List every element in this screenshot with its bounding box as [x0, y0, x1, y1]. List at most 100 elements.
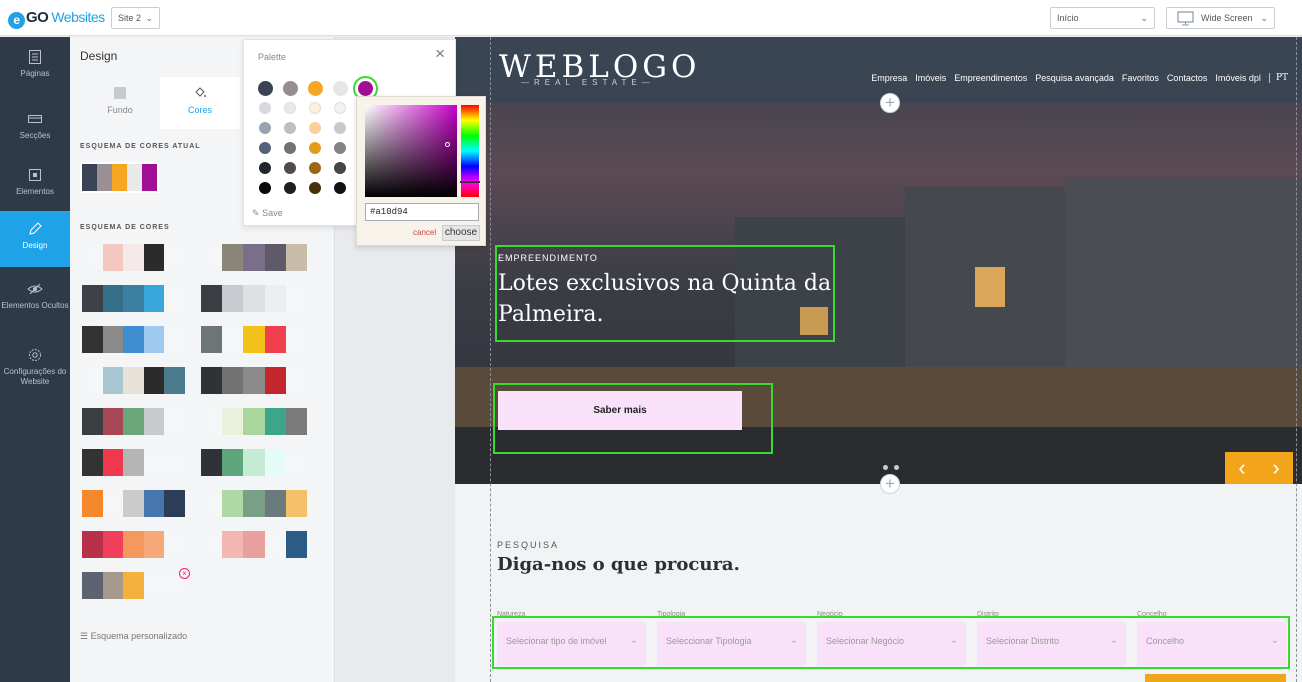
- hue-handle[interactable]: [460, 181, 480, 183]
- saber-mais-button[interactable]: Saber mais: [498, 391, 742, 430]
- color-scheme-option[interactable]: [82, 449, 185, 476]
- nav-item-design[interactable]: Design: [0, 211, 70, 267]
- top-bar: e GO Websites Site 2 ⌄ Início ⌄ Wide Scree…: [0, 0, 1302, 36]
- filter-select[interactable]: Selecionar Negócio ⌄: [817, 622, 966, 666]
- nav-item-paginas[interactable]: Páginas: [0, 45, 70, 99]
- color-scheme-option[interactable]: [82, 408, 185, 435]
- filter-select[interactable]: Selecionar Distrito ⌄: [977, 622, 1126, 666]
- add-section-plus-icon[interactable]: +: [880, 93, 900, 113]
- palette-swatch[interactable]: [284, 142, 296, 154]
- page-select[interactable]: Início ⌄: [1050, 7, 1155, 29]
- ego-websites-logo[interactable]: e GO Websites: [8, 9, 105, 29]
- saturation-value-area[interactable]: [365, 105, 457, 197]
- filter-select[interactable]: Concelho ⌄: [1137, 622, 1287, 666]
- pager-dot[interactable]: [883, 465, 888, 470]
- chevron-right-icon[interactable]: ›: [1272, 455, 1279, 481]
- hex-input[interactable]: [365, 203, 479, 221]
- palette-swatch[interactable]: [309, 102, 321, 114]
- palette-swatch[interactable]: [334, 122, 346, 134]
- choose-button[interactable]: choose: [442, 225, 480, 241]
- view-select[interactable]: Wide Screen ⌄: [1166, 7, 1275, 29]
- color-scheme-option[interactable]: [201, 408, 308, 435]
- color-scheme-option[interactable]: [201, 285, 308, 312]
- nav-item-seccoes[interactable]: Secções: [0, 105, 70, 157]
- menu-item-imoveis-dpl[interactable]: Imóveis dpl: [1215, 73, 1261, 83]
- palette-swatch[interactable]: [258, 81, 273, 96]
- menu-item-contactos[interactable]: Contactos: [1167, 73, 1208, 83]
- palette-swatch[interactable]: [309, 182, 321, 194]
- palette-swatch[interactable]: [284, 162, 296, 174]
- color-scheme-option[interactable]: [201, 244, 308, 271]
- chevron-left-icon[interactable]: ‹: [1238, 455, 1245, 481]
- scheme-swatch: [123, 408, 144, 435]
- color-picker: cancel choose: [356, 96, 486, 246]
- palette-title: Palette: [258, 52, 287, 62]
- menu-item-empreendimentos[interactable]: Empreendimentos: [954, 73, 1027, 83]
- search-button[interactable]: [1145, 674, 1286, 682]
- palette-swatch[interactable]: [283, 81, 298, 96]
- color-scheme-option[interactable]: [201, 531, 308, 558]
- menu-item-empresa[interactable]: Empresa: [871, 73, 907, 83]
- save-palette-button[interactable]: ✎ Save: [252, 208, 283, 219]
- color-scheme-option[interactable]: [82, 367, 185, 394]
- slider-pager: [880, 461, 902, 473]
- palette-swatch[interactable]: [334, 102, 346, 114]
- palette-swatch[interactable]: [259, 162, 271, 174]
- palette-swatch[interactable]: [309, 162, 321, 174]
- palette-swatch-selected[interactable]: [353, 76, 378, 101]
- palette-swatch[interactable]: [309, 122, 321, 134]
- color-scheme-option[interactable]: [82, 326, 185, 353]
- palette-swatch[interactable]: [334, 162, 346, 174]
- palette-swatch[interactable]: [259, 102, 271, 114]
- palette-swatch[interactable]: [334, 142, 346, 154]
- hue-slider[interactable]: [460, 105, 480, 197]
- palette-swatch[interactable]: [259, 182, 271, 194]
- custom-scheme-link[interactable]: ☰ Esquema personalizado: [80, 631, 187, 642]
- palette-swatch[interactable]: [309, 142, 321, 154]
- scheme-swatch: [164, 531, 185, 558]
- filter-select[interactable]: Seleccionar Tipologia ⌄: [657, 622, 806, 666]
- scheme-swatch: [264, 490, 286, 517]
- tab-cores[interactable]: Cores: [160, 77, 240, 129]
- palette-swatch[interactable]: [259, 142, 271, 154]
- color-scheme-option[interactable]: [82, 490, 185, 517]
- menu-item-favoritos[interactable]: Favoritos: [1122, 73, 1159, 83]
- menu-item-pesquisa-avancada[interactable]: Pesquisa avançada: [1035, 73, 1114, 83]
- color-scheme-option[interactable]: [82, 572, 185, 599]
- palette-swatch[interactable]: [284, 182, 296, 194]
- scheme-swatch: [201, 326, 223, 353]
- scheme-swatch: [201, 449, 223, 476]
- palette-swatch[interactable]: [284, 122, 296, 134]
- tab-fundo[interactable]: Fundo: [80, 77, 160, 129]
- palette-swatch[interactable]: [308, 81, 323, 96]
- scheme-swatch: [285, 244, 308, 271]
- site-select[interactable]: Site 2 ⌄: [111, 7, 160, 29]
- color-scheme-option[interactable]: [82, 531, 185, 558]
- language-switch[interactable]: PT: [1268, 73, 1288, 83]
- color-scheme-option[interactable]: [201, 490, 308, 517]
- scheme-swatch: [285, 367, 308, 394]
- ego-logo-mark: e: [8, 12, 25, 29]
- remove-scheme-icon[interactable]: ×: [179, 568, 190, 579]
- color-scheme-option[interactable]: [201, 449, 308, 476]
- filter-select[interactable]: Selecionar tipo de imóvel ⌄: [497, 622, 646, 666]
- color-scheme-option[interactable]: [201, 367, 308, 394]
- nav-item-elementos[interactable]: Elementos: [0, 161, 70, 213]
- color-scheme-option[interactable]: [82, 244, 185, 271]
- color-scheme-option[interactable]: [82, 285, 185, 312]
- palette-swatch[interactable]: [334, 182, 346, 194]
- nav-item-configuracoes[interactable]: Configurações do Website: [0, 343, 70, 401]
- color-scheme-option[interactable]: [201, 326, 308, 353]
- cancel-link[interactable]: cancel: [413, 228, 436, 237]
- pager-dot[interactable]: [894, 465, 899, 470]
- nav-item-elementos-ocultos[interactable]: Elementos Ocultos: [0, 277, 70, 329]
- hero-section[interactable]: WEBLOGO —REAL ESTATE— Empresa Imóveis Em…: [455, 37, 1302, 484]
- palette-swatch[interactable]: [284, 102, 296, 114]
- add-section-plus-icon[interactable]: +: [880, 474, 900, 494]
- palette-swatch[interactable]: [333, 81, 348, 96]
- color-cursor[interactable]: [445, 142, 450, 147]
- scheme-swatch: [97, 164, 112, 191]
- close-icon[interactable]: ×: [435, 44, 445, 64]
- menu-item-imoveis[interactable]: Imóveis: [915, 73, 946, 83]
- palette-swatch[interactable]: [259, 122, 271, 134]
